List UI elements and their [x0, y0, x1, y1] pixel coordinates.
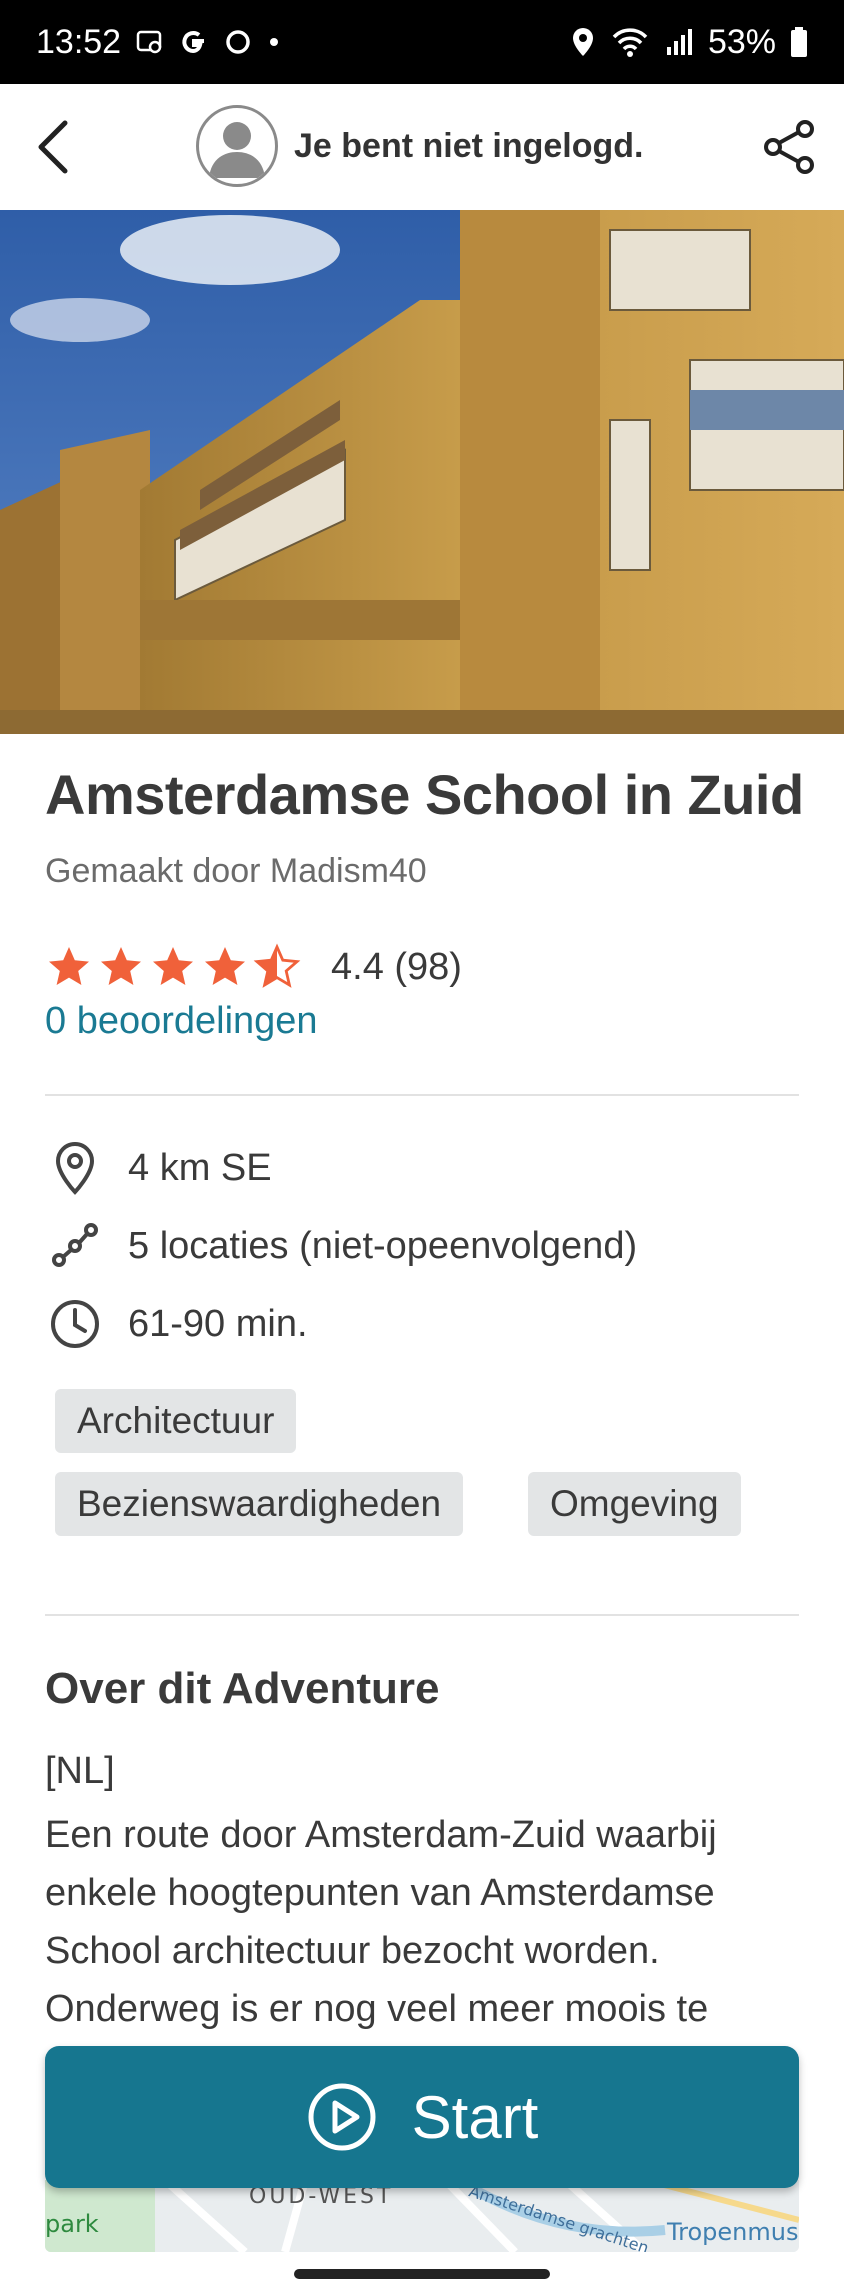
star-full-icon — [205, 947, 245, 985]
locations-text: 5 locaties (niet-opeenvolgend) — [128, 1224, 638, 1267]
rating-row: 4.4 (98) — [45, 942, 462, 992]
divider — [45, 1094, 799, 1096]
battery-percent: 53% — [707, 22, 776, 61]
login-status[interactable]: Je bent niet ingelogd. — [196, 105, 643, 187]
map-preview[interactable]: park OUD-WEST Amsterdamse grachten Trope… — [45, 2180, 799, 2252]
start-label: Start — [411, 2083, 539, 2151]
star-full-icon — [101, 947, 141, 985]
tag-architectuur[interactable]: Architectuur — [55, 1389, 297, 1453]
locations-row: 5 locaties (niet-opeenvolgend) — [45, 1216, 637, 1276]
rating-stars — [45, 943, 301, 991]
about-language: [NL] — [45, 1750, 115, 1792]
avatar[interactable] — [196, 105, 278, 187]
author-label: Gemaakt door Madism40 — [45, 852, 427, 890]
back-button[interactable] — [18, 114, 88, 180]
adventure-title: Amsterdamse School in Zuid — [45, 763, 804, 826]
location-pin-icon — [55, 1141, 95, 1195]
wifi-icon — [610, 26, 650, 58]
location-pin-icon — [570, 26, 596, 58]
duration-text: 61-90 min. — [128, 1302, 308, 1345]
route-icon — [52, 1223, 98, 1267]
divider — [45, 1614, 799, 1616]
adventure-cover-image — [0, 210, 844, 734]
about-description: Een route door Amsterdam-Zuid waarbij en… — [45, 1814, 717, 2030]
google-g-icon — [179, 27, 209, 57]
chevron-left-icon — [38, 120, 68, 174]
screen-record-icon — [135, 27, 165, 57]
map-label-park: park — [45, 2210, 99, 2238]
star-full-icon — [153, 947, 193, 985]
star-half-icon — [253, 943, 301, 988]
share-button[interactable] — [756, 114, 822, 180]
start-button[interactable]: Start — [45, 2046, 799, 2188]
clock-icon — [51, 1300, 99, 1348]
status-bar: 13:52 53% — [0, 0, 844, 84]
star-full-icon — [49, 947, 89, 985]
battery-icon — [790, 26, 808, 58]
map-label-tropenmuseum: Tropenmus — [667, 2218, 799, 2246]
system-nav-bar — [0, 2252, 844, 2293]
about-heading: Over dit Adventure — [45, 1664, 440, 1713]
sync-circle-icon — [223, 27, 253, 57]
app-header: Je bent niet ingelogd. — [0, 84, 844, 210]
signal-icon — [664, 27, 694, 57]
tag-omgeving[interactable]: Omgeving — [528, 1472, 741, 1536]
user-icon — [209, 122, 265, 178]
tag-bezienswaardigheden[interactable]: Bezienswaardigheden — [55, 1472, 464, 1536]
home-gesture-handle[interactable] — [294, 2269, 550, 2279]
play-circle-icon — [308, 2083, 376, 2151]
reviews-link[interactable]: 0 beoordelingen — [45, 1000, 318, 1043]
status-time: 13:52 — [36, 22, 122, 61]
distance-text: 4 km SE — [128, 1146, 272, 1189]
login-text[interactable]: Je bent niet ingelogd. — [294, 127, 643, 166]
rating-value: 4.4 (98) — [331, 945, 462, 988]
distance-row: 4 km SE — [45, 1138, 272, 1198]
share-icon — [764, 120, 814, 174]
duration-row: 61-90 min. — [45, 1294, 308, 1354]
dot-icon — [267, 35, 281, 49]
